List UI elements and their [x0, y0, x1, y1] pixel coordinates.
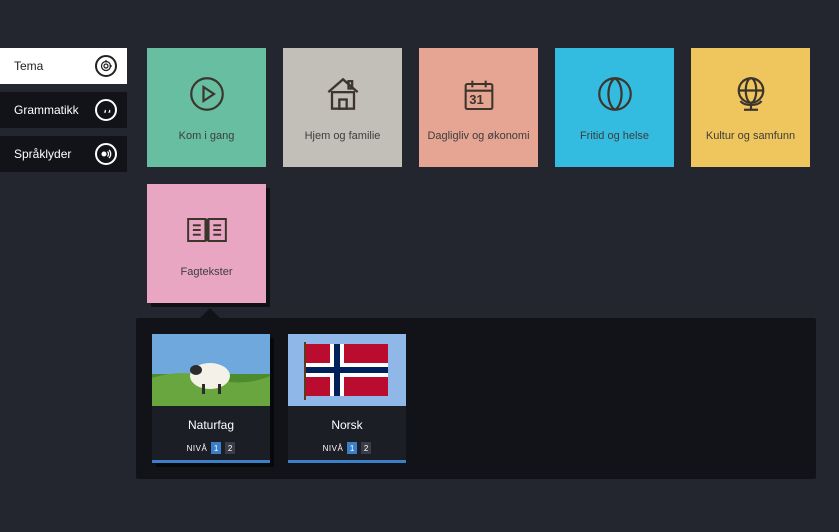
level-prefix: NIVÅ	[187, 444, 208, 453]
level-2[interactable]: 2	[361, 442, 371, 454]
quote-icon	[95, 99, 117, 121]
subitems-panel: Naturfag NIVÅ 1 2 Norsk N	[136, 318, 816, 479]
subitems-list: Naturfag NIVÅ 1 2 Norsk N	[136, 318, 816, 479]
ball-icon	[593, 72, 637, 116]
calendar-icon: 31	[457, 72, 501, 116]
card-levels: NIVÅ 1 2	[187, 442, 236, 454]
tile-label: Kultur og samfunn	[706, 130, 795, 144]
tile-kom-i-gang[interactable]: Kom i gang	[147, 48, 266, 167]
sidebar-item-grammatikk[interactable]: Grammatikk	[0, 92, 127, 128]
tile-dagligliv-og-okonomi[interactable]: 31 Dagligliv og økonomi	[419, 48, 538, 167]
card-naturfag[interactable]: Naturfag NIVÅ 1 2	[152, 334, 270, 463]
sidebar-item-tema[interactable]: Tema	[0, 48, 127, 84]
tile-label: Fagtekster	[181, 266, 233, 280]
tile-label: Kom i gang	[179, 130, 235, 144]
card-title: Naturfag	[188, 418, 234, 432]
sidebar-item-label: Tema	[14, 59, 43, 73]
tile-label: Hjem og familie	[305, 130, 381, 144]
calendar-day: 31	[457, 92, 497, 107]
panel-pointer	[200, 308, 220, 318]
sound-icon	[95, 143, 117, 165]
play-icon	[185, 72, 229, 116]
tile-hjem-og-familie[interactable]: Hjem og familie	[283, 48, 402, 167]
level-prefix: NIVÅ	[323, 444, 344, 453]
target-icon	[95, 55, 117, 77]
house-icon	[321, 72, 365, 116]
sidebar-item-label: Grammatikk	[14, 103, 79, 117]
tile-fagtekster[interactable]: Fagtekster	[147, 184, 266, 303]
tile-label: Fritid og helse	[580, 130, 649, 144]
sidebar: Tema Grammatikk Språklyder	[0, 48, 127, 180]
book-icon	[185, 208, 229, 252]
card-norsk[interactable]: Norsk NIVÅ 1 2	[288, 334, 406, 463]
category-grid: Kom i gang Hjem og familie 31 Dagligliv …	[147, 48, 839, 303]
card-title: Norsk	[331, 418, 362, 432]
sidebar-item-spraklyder[interactable]: Språklyder	[0, 136, 127, 172]
sidebar-item-label: Språklyder	[14, 147, 71, 161]
level-2[interactable]: 2	[225, 442, 235, 454]
tile-kultur-og-samfunn[interactable]: Kultur og samfunn	[691, 48, 810, 167]
globe-icon	[729, 72, 773, 116]
level-1[interactable]: 1	[347, 442, 357, 454]
level-1[interactable]: 1	[211, 442, 221, 454]
tile-label: Dagligliv og økonomi	[427, 130, 529, 144]
flag-image	[288, 334, 406, 406]
sheep-image	[152, 334, 270, 406]
card-levels: NIVÅ 1 2	[323, 442, 372, 454]
tile-fritid-og-helse[interactable]: Fritid og helse	[555, 48, 674, 167]
